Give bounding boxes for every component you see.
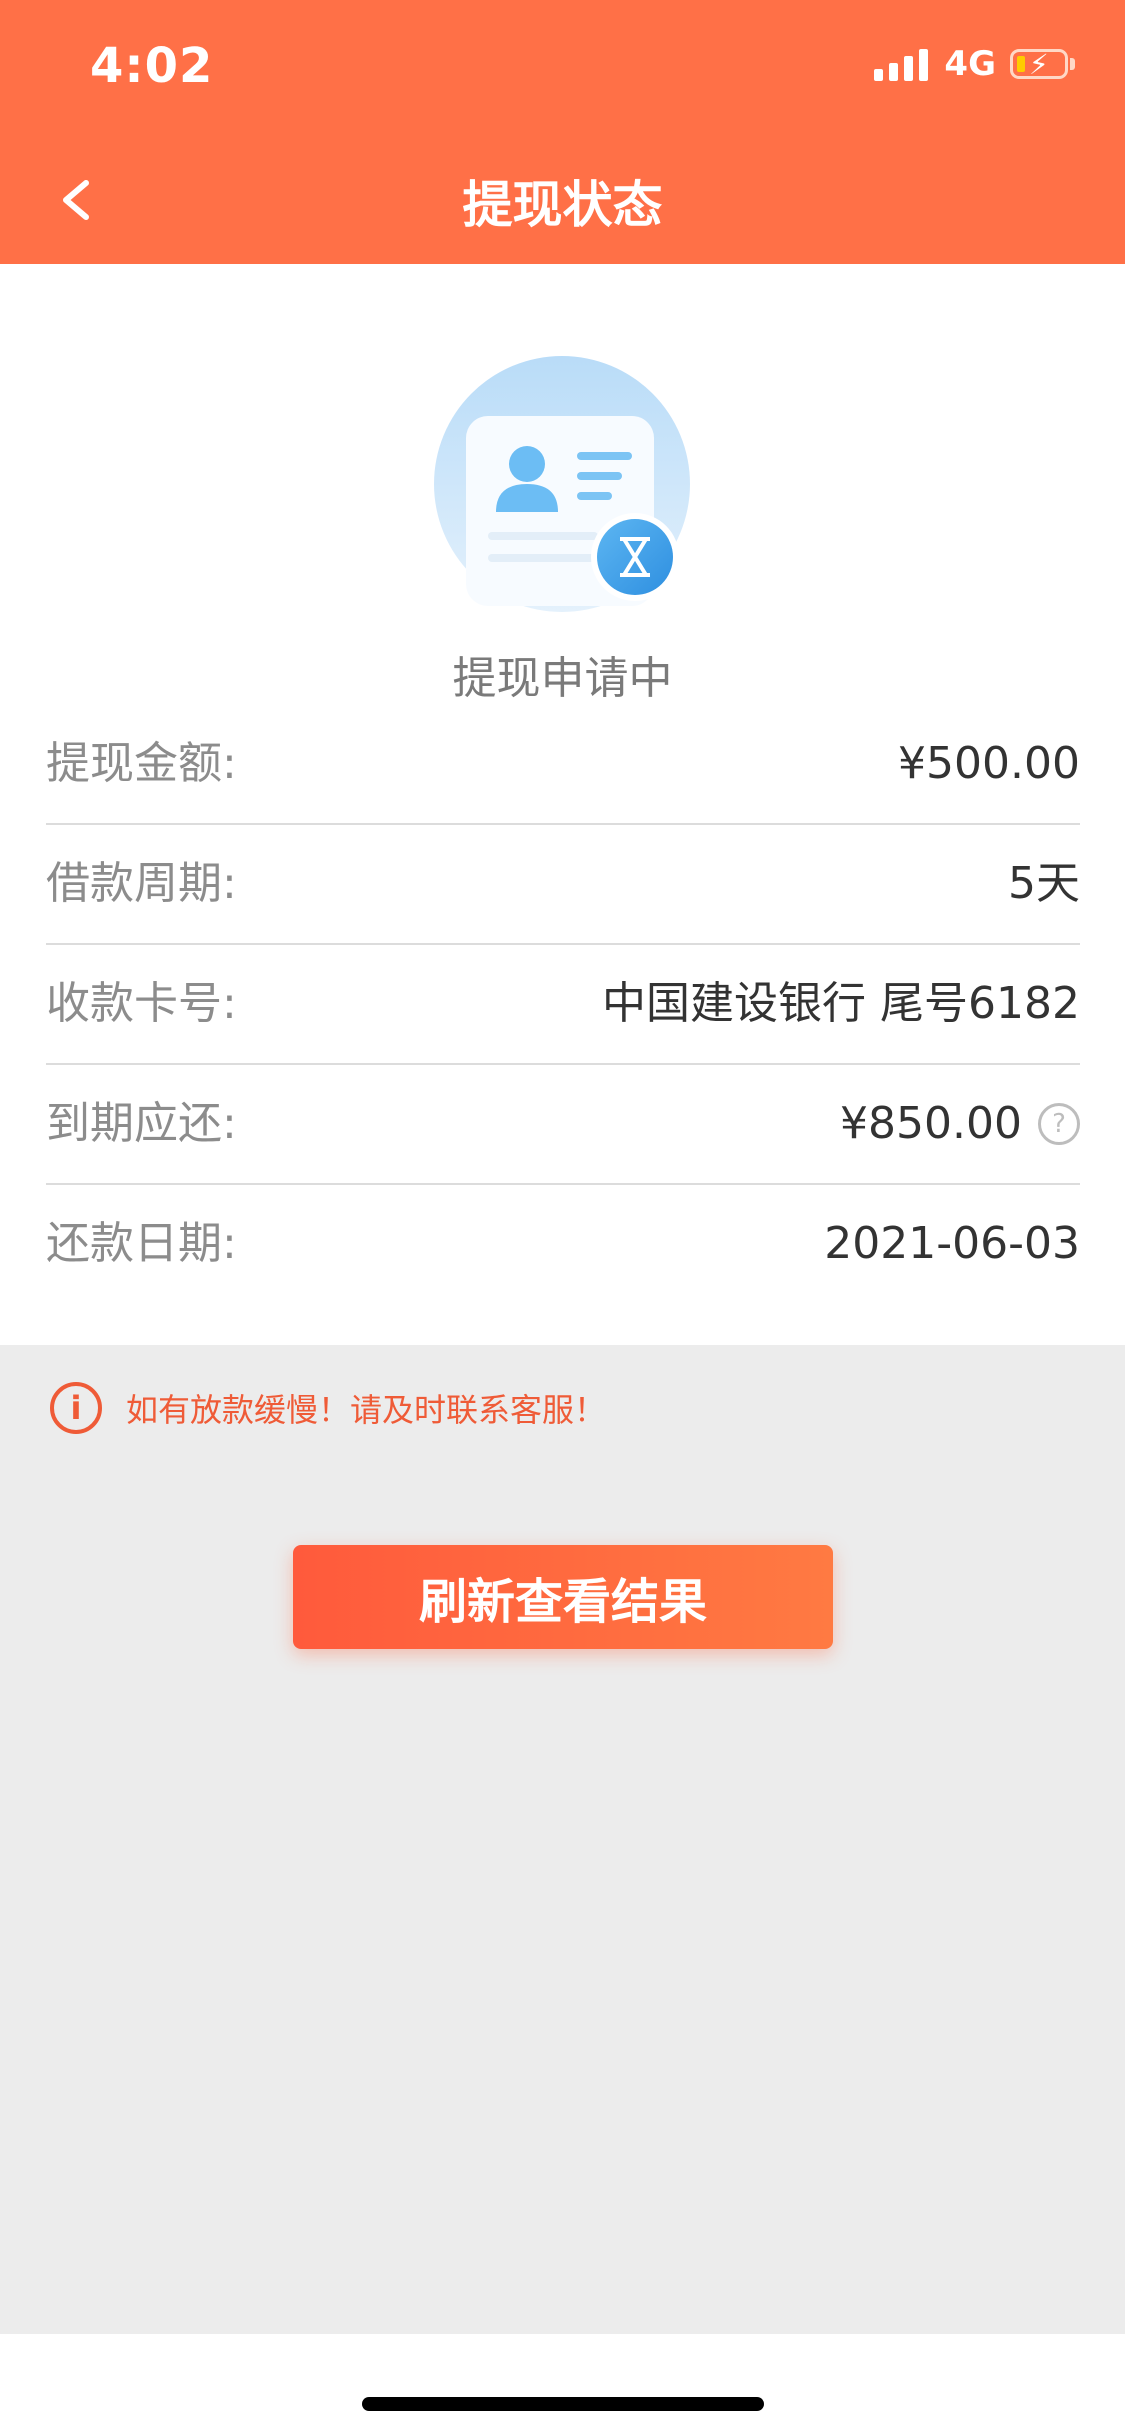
info-icon: i <box>50 1382 102 1434</box>
withdraw-detail-card: 提现申请中 提现金额: ¥500.00 借款周期: 5天 收款卡号: 中国建设银… <box>0 264 1125 1345</box>
detail-value: ¥850.00 ? <box>840 1065 1080 1183</box>
home-indicator[interactable] <box>362 2397 764 2411</box>
detail-label: 借款周期: <box>46 858 237 909</box>
status-bar-right: 4G ⚡ <box>874 44 1075 84</box>
network-type: 4G <box>944 44 996 84</box>
detail-row-amount: 提现金额: ¥500.00 <box>46 705 1080 825</box>
detail-value: 2021-06-03 <box>824 1218 1080 1269</box>
notice: i 如有放款缓慢！请及时联系客服！ <box>50 1382 606 1434</box>
detail-value: ¥500.00 <box>898 738 1080 789</box>
detail-row-card: 收款卡号: 中国建设银行 尾号6182 <box>46 945 1080 1065</box>
battery-icon: ⚡ <box>1010 48 1068 81</box>
page-title: 提现状态 <box>462 176 663 234</box>
signal-icon <box>874 47 929 81</box>
detail-label: 到期应还: <box>46 1098 237 1149</box>
refresh-result-button[interactable]: 刷新查看结果 <box>293 1545 833 1649</box>
detail-row-due-amount: 到期应还: ¥850.00 ? <box>46 1065 1080 1185</box>
id-card-pending-icon <box>434 356 690 612</box>
help-icon[interactable]: ? <box>1038 1103 1080 1145</box>
detail-label: 还款日期: <box>46 1218 237 1269</box>
detail-label: 提现金额: <box>46 738 237 789</box>
withdraw-status-text: 提现申请中 <box>452 653 673 704</box>
bottom-safe-area <box>0 2334 1125 2436</box>
detail-value: 中国建设银行 尾号6182 <box>602 978 1080 1029</box>
header: 4:02 4G ⚡ 提现状态 <box>0 0 1125 264</box>
detail-row-due-date: 还款日期: 2021-06-03 <box>46 1185 1080 1305</box>
detail-label: 收款卡号: <box>46 978 237 1029</box>
status-time: 4:02 <box>90 38 214 94</box>
detail-row-period: 借款周期: 5天 <box>46 825 1080 945</box>
notice-text: 如有放款缓慢！请及时联系客服！ <box>126 1391 607 1429</box>
detail-value: 5天 <box>1008 858 1080 909</box>
